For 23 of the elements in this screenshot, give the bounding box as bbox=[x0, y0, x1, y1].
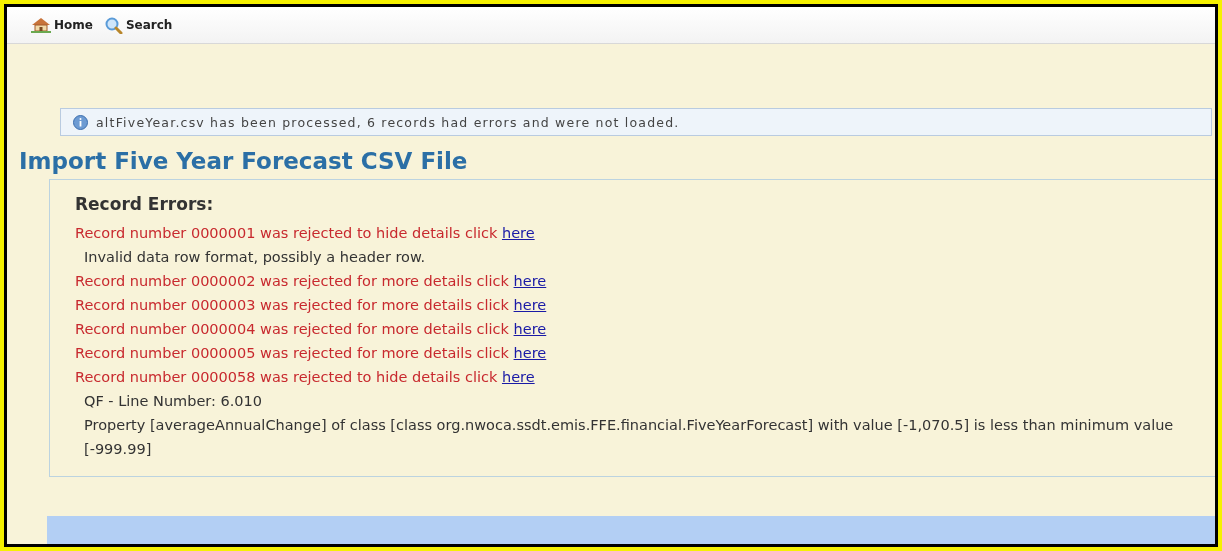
record-error: Record number 0000002 was rejected for more details click here bbox=[75, 272, 547, 290]
page-title: Import Five Year Forecast CSV File bbox=[19, 148, 469, 174]
search-icon bbox=[104, 16, 123, 34]
message-text: altFiveYear.csv has been processed, 6 records had errors and were not loaded. bbox=[96, 114, 680, 130]
record-error: Record number 0000058 was rejected to hide details click here bbox=[75, 368, 535, 386]
record-error: Record number 0000004 was rejected for more details click here bbox=[75, 320, 547, 338]
section-heading: Record Errors: bbox=[75, 194, 215, 214]
toggle-link[interactable]: here bbox=[513, 321, 547, 337]
record-detail: QF - Line Number: 6.010 bbox=[84, 392, 264, 411]
toggle-link[interactable]: here bbox=[513, 297, 547, 313]
info-icon bbox=[73, 114, 88, 130]
nav-link[interactable]: Home bbox=[31, 17, 93, 33]
toggle-link[interactable]: here bbox=[501, 369, 535, 385]
nav-link[interactable]: Search bbox=[104, 16, 173, 34]
toggle-link[interactable]: here bbox=[513, 345, 547, 361]
toggle-link[interactable]: here bbox=[501, 225, 535, 241]
record-detail: Invalid data row format, possibly a header row. bbox=[84, 248, 427, 267]
record-error: Record number 0000001 was rejected to hide details click here bbox=[75, 224, 535, 242]
record-detail: Property [averageAnnualChange] of class [class org.nwoca.ssdt.emis.FFE.financial.FiveYearForecast] with value [-1,070.5] is less than minimum value [-999.99] bbox=[84, 416, 1175, 459]
record-error: Record number 0000005 was rejected for more details click here bbox=[75, 344, 547, 362]
record-error: Record number 0000003 was rejected for more details click here bbox=[75, 296, 547, 314]
toggle-link[interactable]: here bbox=[513, 273, 547, 289]
home-icon bbox=[31, 17, 51, 33]
